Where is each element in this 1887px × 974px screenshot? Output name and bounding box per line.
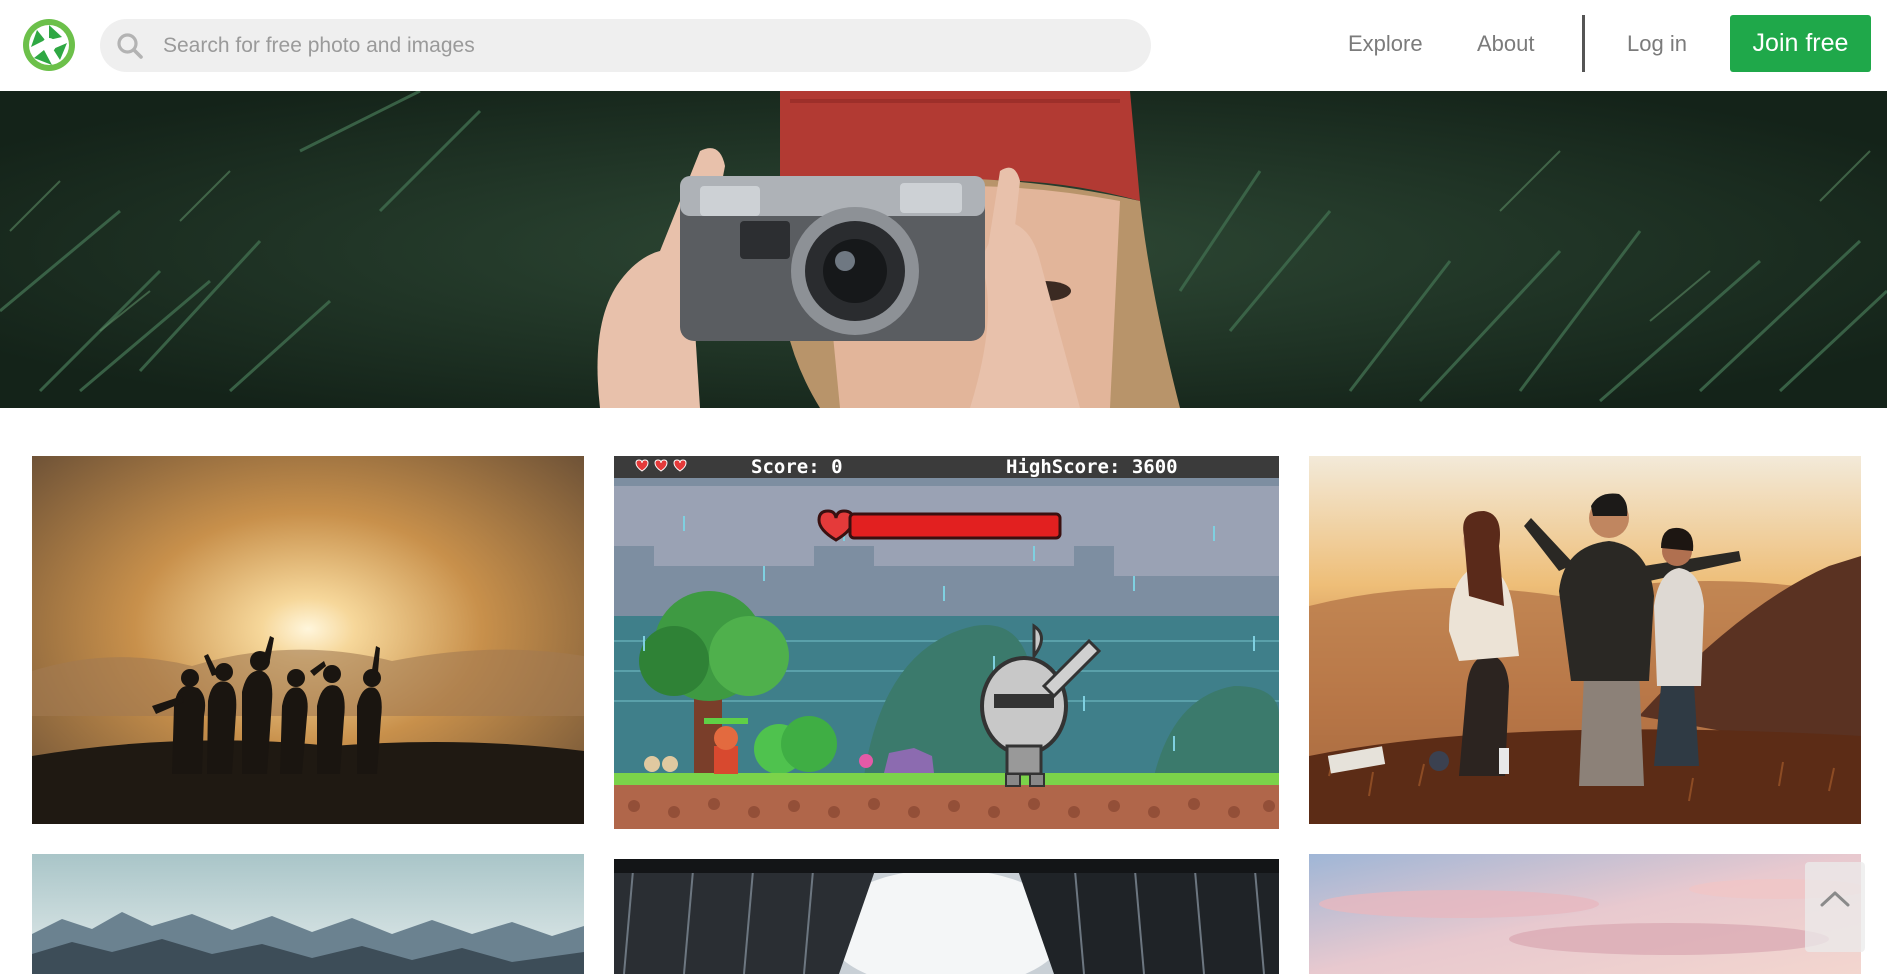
nav-login-link[interactable]: Log in bbox=[1627, 30, 1687, 58]
game-score-text: Score: 0 bbox=[751, 456, 843, 478]
search-bar[interactable] bbox=[100, 19, 1151, 72]
scroll-to-top-button[interactable] bbox=[1805, 862, 1865, 952]
search-icon[interactable] bbox=[116, 32, 144, 60]
gallery-photo-glass-buildings[interactable] bbox=[614, 859, 1279, 974]
chevron-up-icon bbox=[1820, 891, 1850, 907]
search-input[interactable] bbox=[163, 19, 1123, 72]
gallery-game-screenshot[interactable]: Score: 0 HighScore: 3600 bbox=[614, 456, 1279, 829]
gallery-photo-pink-sky[interactable] bbox=[1309, 854, 1861, 974]
aperture-logo-icon[interactable] bbox=[22, 18, 76, 72]
nav-divider bbox=[1582, 15, 1585, 72]
nav-explore-link[interactable]: Explore bbox=[1348, 30, 1423, 58]
gallery-photo-sunset-friends[interactable] bbox=[32, 456, 584, 824]
join-free-button[interactable]: Join free bbox=[1730, 15, 1871, 72]
game-highscore-text: HighScore: 3600 bbox=[1006, 456, 1178, 478]
top-navbar: Explore About Log in Join free bbox=[0, 0, 1887, 91]
gallery-photo-mountain-range[interactable] bbox=[32, 854, 584, 974]
nav-about-link[interactable]: About bbox=[1477, 30, 1535, 58]
gallery-photo-mountain-friends[interactable] bbox=[1309, 456, 1861, 824]
hero-banner-image bbox=[0, 91, 1887, 408]
